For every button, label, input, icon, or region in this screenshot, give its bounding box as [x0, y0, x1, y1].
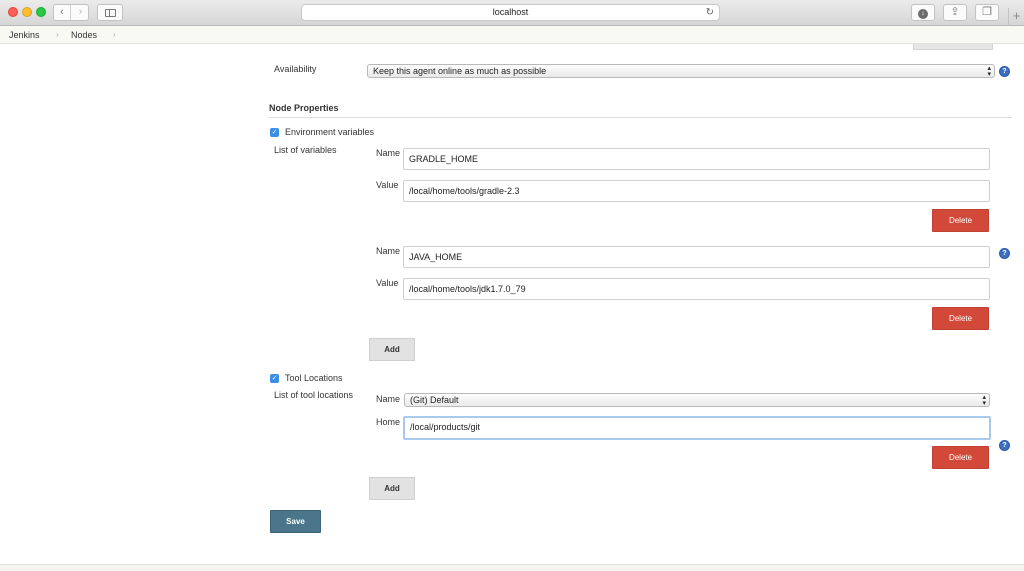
sidebar-toggle-button[interactable]: [97, 4, 123, 21]
reload-icon[interactable]: ↻: [706, 5, 714, 20]
url-text: localhost: [492, 7, 529, 17]
env-vars-checkbox[interactable]: ✓: [270, 128, 279, 137]
env-delete-button[interactable]: Delete: [932, 307, 989, 330]
breadcrumb-jenkins[interactable]: Jenkins: [9, 30, 40, 40]
env-vars-checkbox-label: Environment variables: [285, 127, 375, 137]
env-name-label: Name: [376, 246, 401, 256]
tool-name-select[interactable]: (Git) Default ▴ ▾: [404, 393, 990, 407]
env-value-input[interactable]: /local/home/tools/jdk1.7.0_79: [403, 278, 990, 300]
tool-delete-button[interactable]: Delete: [932, 446, 989, 469]
tool-locations-checkbox-label: Tool Locations: [285, 373, 343, 383]
tool-name-value: (Git) Default: [410, 395, 459, 405]
breadcrumb-separator-icon: ›: [56, 30, 59, 39]
breadcrumb-nodes[interactable]: Nodes: [71, 30, 97, 40]
tool-home-label: Home: [376, 417, 401, 427]
list-of-variables-label: List of variables: [274, 145, 337, 155]
availability-label: Availability: [274, 64, 317, 74]
env-value-label: Value: [376, 180, 399, 190]
availability-select[interactable]: Keep this agent online as much as possib…: [367, 64, 995, 78]
list-of-tool-locations-label: List of tool locations: [274, 390, 354, 400]
back-icon[interactable]: ‹: [54, 5, 71, 20]
save-button[interactable]: Save: [270, 510, 321, 533]
share-button[interactable]: ⇪: [943, 4, 967, 21]
env-add-button[interactable]: Add: [369, 338, 415, 361]
download-icon: ↓: [918, 9, 928, 19]
env-help-icon[interactable]: ?: [999, 248, 1010, 259]
env-name-input[interactable]: JAVA_HOME: [403, 246, 990, 268]
tool-locations-checkbox[interactable]: ✓: [270, 374, 279, 383]
tool-name-label: Name: [376, 394, 401, 404]
page-footer: [0, 564, 1024, 571]
env-name-input[interactable]: GRADLE_HOME: [403, 148, 990, 170]
env-value-label: Value: [376, 278, 399, 288]
tool-add-button[interactable]: Add: [369, 477, 415, 500]
tool-home-input[interactable]: /local/products/git: [403, 416, 991, 440]
breadcrumb: Jenkins › Nodes ›: [0, 26, 1024, 44]
close-window-button[interactable]: [8, 7, 18, 17]
previous-section-edge: [913, 44, 993, 50]
zoom-window-button[interactable]: [36, 7, 46, 17]
new-tab-icon[interactable]: +: [1008, 8, 1024, 26]
tabs-icon: ❐: [982, 6, 992, 18]
share-icon: ⇪: [950, 6, 960, 18]
address-bar[interactable]: localhost ↻: [301, 4, 720, 21]
env-name-label: Name: [376, 148, 401, 158]
select-arrows-icon: ▴ ▾: [987, 65, 991, 78]
nav-buttons: ‹ ›: [53, 4, 89, 21]
show-tabs-button[interactable]: ❐: [975, 4, 999, 21]
select-arrows-icon: ▴ ▾: [982, 394, 986, 407]
node-properties-title: Node Properties: [269, 103, 339, 113]
section-divider: [269, 117, 1012, 118]
minimize-window-button[interactable]: [22, 7, 32, 17]
tool-help-icon[interactable]: ?: [999, 440, 1010, 451]
availability-help-icon[interactable]: ?: [999, 66, 1010, 77]
env-delete-button[interactable]: Delete: [932, 209, 989, 232]
sidebar-icon: [105, 9, 116, 17]
breadcrumb-separator-icon: ›: [113, 30, 116, 39]
forward-icon[interactable]: ›: [72, 5, 89, 20]
availability-value: Keep this agent online as much as possib…: [373, 66, 547, 76]
downloads-button[interactable]: ↓: [911, 4, 935, 21]
browser-toolbar: ‹ › localhost ↻ ↓ ⇪ ❐ +: [0, 0, 1024, 26]
env-value-input[interactable]: /local/home/tools/gradle-2.3: [403, 180, 990, 202]
